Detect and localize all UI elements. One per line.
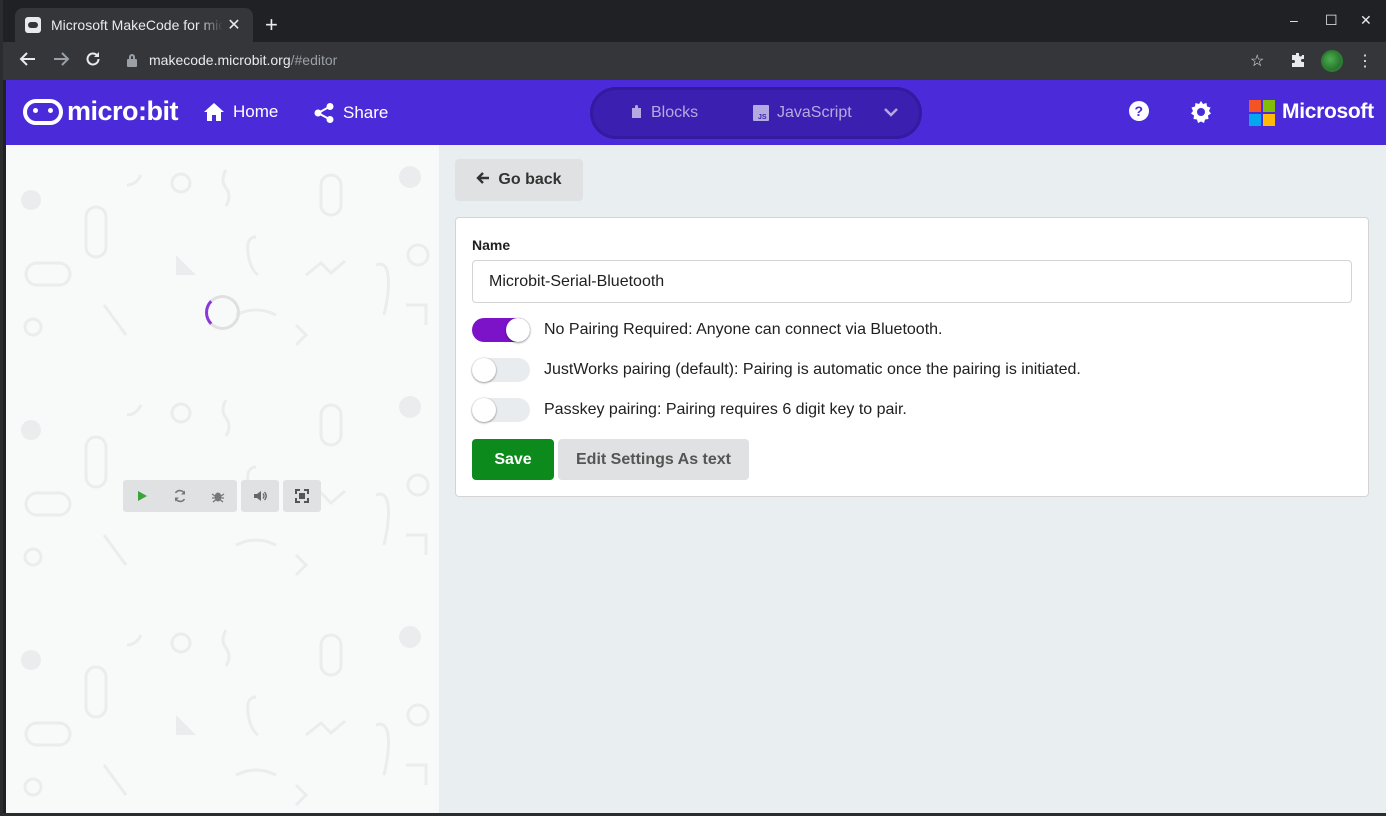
- svg-text:?: ?: [1135, 103, 1144, 119]
- blocks-tab[interactable]: Blocks: [629, 104, 698, 122]
- passkey-label: Passkey pairing: Pairing requires 6 digi…: [544, 401, 907, 418]
- settings-card: Name No Pairing Required: Anyone can con…: [455, 217, 1369, 497]
- kebab-menu-icon[interactable]: ⋮: [1357, 51, 1373, 71]
- microbit-face-icon: [23, 98, 63, 125]
- home-icon: [204, 103, 224, 121]
- maximize-button[interactable]: ☐: [1325, 12, 1338, 29]
- brand-text: micro:bit: [67, 96, 179, 126]
- fullscreen-icon: [283, 480, 321, 512]
- extensions-puzzle-icon[interactable]: [1289, 51, 1307, 74]
- address-bar[interactable]: makecode.microbit.org/#editor: [149, 52, 337, 68]
- play-icon[interactable]: [123, 480, 161, 512]
- no-pairing-label: No Pairing Required: Anyone can connect …: [544, 321, 943, 338]
- restart-icon[interactable]: [161, 480, 199, 512]
- save-button[interactable]: Save: [472, 439, 554, 480]
- name-input[interactable]: [472, 260, 1352, 303]
- simulator-panel: [6, 145, 439, 813]
- browser-window: Microsoft MakeCode for micro:bit ✕ + – ☐…: [0, 0, 1386, 816]
- speaker-icon: [241, 480, 279, 512]
- go-back-button[interactable]: Go back: [455, 159, 583, 201]
- help-icon[interactable]: ?: [1128, 100, 1150, 127]
- loading-spinner: [205, 295, 240, 330]
- editor-mode-toggle: Blocks JS JavaScript: [590, 87, 922, 139]
- microbit-favicon-icon: [25, 17, 41, 33]
- arrow-left-icon: [476, 171, 490, 190]
- no-pairing-toggle[interactable]: [472, 318, 530, 342]
- lock-icon[interactable]: [127, 54, 137, 68]
- tab-close-icon[interactable]: ✕: [225, 15, 243, 35]
- share-button[interactable]: Share: [313, 102, 388, 124]
- bookmark-star-icon[interactable]: ☆: [1250, 51, 1264, 71]
- close-window-button[interactable]: ✕: [1360, 12, 1372, 29]
- option-passkey: Passkey pairing: Pairing requires 6 digi…: [472, 397, 907, 423]
- passkey-toggle[interactable]: [472, 398, 530, 422]
- option-justworks: JustWorks pairing (default): Pairing is …: [472, 357, 1081, 383]
- fullscreen-button[interactable]: [283, 480, 321, 512]
- microsoft-logo-icon[interactable]: [1249, 100, 1275, 126]
- justworks-label: JustWorks pairing (default): Pairing is …: [544, 361, 1081, 378]
- browser-toolbar: makecode.microbit.org/#editor ☆ ⋮: [3, 42, 1386, 80]
- javascript-tab[interactable]: JS JavaScript: [753, 104, 852, 122]
- tab-title: Microsoft MakeCode for micro:bit: [51, 17, 223, 33]
- home-button[interactable]: Home: [203, 102, 278, 122]
- home-label: Home: [233, 102, 279, 121]
- makecode-app: micro:bit Home Share Blocks JS JavaScrip…: [6, 80, 1386, 813]
- forward-arrow-icon[interactable]: [50, 50, 72, 72]
- name-label: Name: [472, 237, 511, 253]
- microbit-logo[interactable]: micro:bit: [23, 96, 179, 127]
- share-icon: [314, 103, 334, 123]
- javascript-label: JavaScript: [777, 104, 852, 121]
- microsoft-label[interactable]: Microsoft: [1282, 100, 1374, 124]
- minimize-button[interactable]: –: [1290, 12, 1298, 28]
- simulator-controls: [123, 480, 325, 512]
- new-tab-button[interactable]: +: [265, 12, 278, 38]
- profile-avatar[interactable]: [1321, 50, 1343, 72]
- tab-strip: Microsoft MakeCode for micro:bit ✕ + – ☐…: [3, 0, 1386, 42]
- browser-tab[interactable]: Microsoft MakeCode for micro:bit ✕: [15, 8, 253, 42]
- debug-bug-icon[interactable]: [199, 480, 237, 512]
- go-back-label: Go back: [498, 171, 562, 188]
- chevron-down-icon[interactable]: [883, 104, 899, 125]
- gear-icon[interactable]: [1189, 100, 1213, 129]
- js-file-icon: JS: [753, 105, 769, 121]
- option-no-pairing: No Pairing Required: Anyone can connect …: [472, 317, 942, 343]
- simulator-controls-main: [123, 480, 237, 512]
- background-pattern: [6, 145, 439, 813]
- share-label: Share: [343, 103, 389, 122]
- back-arrow-icon[interactable]: [17, 50, 39, 72]
- edit-settings-as-text-button[interactable]: Edit Settings As text: [558, 439, 749, 480]
- app-header: micro:bit Home Share Blocks JS JavaScrip…: [6, 80, 1386, 145]
- puzzle-piece-icon: [632, 105, 641, 118]
- svg-text:JS: JS: [758, 114, 767, 121]
- mute-button[interactable]: [241, 480, 279, 512]
- reload-icon[interactable]: [82, 50, 104, 72]
- justworks-toggle[interactable]: [472, 358, 530, 382]
- blocks-label: Blocks: [651, 104, 699, 121]
